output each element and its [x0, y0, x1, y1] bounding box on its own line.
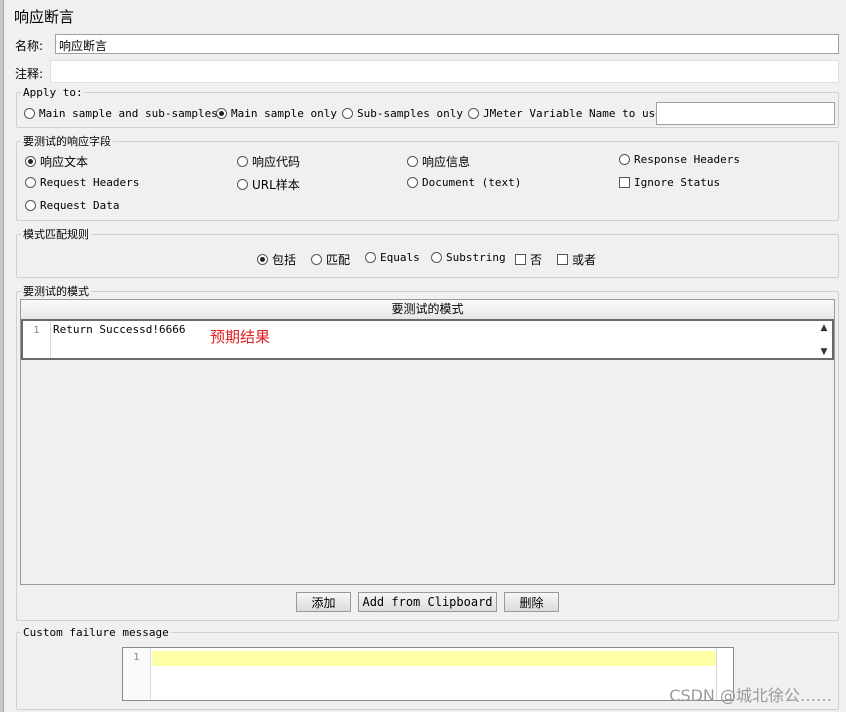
radio-selected-icon [25, 156, 36, 167]
field-document-text-radio[interactable]: Document (text) [407, 176, 521, 189]
match-not-checkbox[interactable]: 否 [515, 251, 542, 268]
custom-failure-legend: Custom failure message [23, 626, 169, 639]
radio-icon [365, 252, 376, 263]
radio-selected-icon [257, 254, 268, 265]
name-field[interactable]: 响应断言 [55, 34, 839, 54]
radio-icon [237, 179, 248, 190]
window-frame-edge [0, 0, 4, 712]
match-equals-radio[interactable]: Equals [365, 251, 420, 264]
apply-jmeter-variable-radio[interactable]: JMeter Variable Name to use [468, 107, 662, 120]
radio-icon [24, 108, 35, 119]
apply-option-label: Main sample and sub-samples [39, 107, 218, 120]
row-scrollbar[interactable]: ▲ ▼ [818, 323, 830, 357]
delete-button[interactable]: 删除 [504, 592, 559, 612]
comment-field[interactable] [50, 60, 839, 83]
field-option-label: 响应文本 [40, 155, 89, 169]
apply-main-and-sub-radio[interactable]: Main sample and sub-samples [24, 107, 218, 120]
field-response-message-radio[interactable]: 响应信息 [407, 153, 470, 170]
radio-icon [25, 200, 36, 211]
panel-title: 响应断言 [14, 8, 75, 26]
radio-icon [431, 252, 442, 263]
match-option-label: 匹配 [326, 253, 351, 267]
match-contains-radio[interactable]: 包括 [257, 251, 296, 268]
apply-sub-only-radio[interactable]: Sub-samples only [342, 107, 463, 120]
radio-icon [237, 156, 248, 167]
table-row[interactable]: 1 Return Successd!6666 ▲ ▼ [21, 319, 834, 360]
name-field-value: 响应断言 [59, 39, 108, 53]
add-from-clipboard-button[interactable]: Add from Clipboard [358, 592, 497, 612]
patterns-legend: 要测试的模式 [23, 285, 89, 298]
patterns-table: 要测试的模式 1 Return Successd!6666 ▲ ▼ [20, 299, 835, 585]
match-option-label: Equals [380, 251, 420, 264]
match-option-label: 或者 [572, 253, 597, 267]
radio-icon [311, 254, 322, 265]
line-number: 1 [123, 648, 151, 700]
field-url-sample-radio[interactable]: URL样本 [237, 176, 300, 193]
field-request-data-radio[interactable]: Request Data [25, 199, 119, 212]
ignore-status-checkbox[interactable]: Ignore Status [619, 176, 720, 189]
radio-icon [407, 156, 418, 167]
field-option-label: Document (text) [422, 176, 522, 189]
field-to-test-legend: 要测试的响应字段 [23, 135, 111, 148]
field-response-code-radio[interactable]: 响应代码 [237, 153, 300, 170]
apply-to-legend: Apply to: [23, 86, 83, 99]
chevron-up-icon[interactable]: ▲ [821, 323, 828, 333]
radio-icon [619, 154, 630, 165]
jmeter-variable-name-input[interactable] [656, 102, 835, 125]
custom-failure-editor[interactable]: 1 [122, 647, 734, 701]
field-option-label: 响应代码 [252, 155, 301, 169]
radio-icon [468, 108, 479, 119]
apply-option-label: JMeter Variable Name to use [483, 107, 662, 120]
field-response-headers-radio[interactable]: Response Headers [619, 153, 740, 166]
line-number: 1 [23, 321, 51, 358]
pattern-matching-group: 模式匹配规则 [16, 226, 839, 278]
add-button[interactable]: 添加 [296, 592, 351, 612]
match-option-label: 否 [530, 253, 543, 267]
match-option-label: 包括 [272, 253, 297, 267]
current-line-highlight [152, 651, 717, 666]
radio-icon [25, 177, 36, 188]
checkbox-icon [619, 177, 630, 188]
comment-label: 注释: [15, 67, 44, 81]
name-label: 名称: [15, 39, 44, 53]
field-option-label: Request Headers [40, 176, 140, 189]
match-matches-radio[interactable]: 匹配 [311, 251, 350, 268]
field-option-label: Request Data [40, 199, 120, 212]
expected-result-annotation: 预期结果 [210, 328, 271, 346]
field-option-label: URL样本 [252, 178, 300, 192]
radio-icon [342, 108, 353, 119]
checkbox-icon [515, 254, 526, 265]
pattern-matching-legend: 模式匹配规则 [23, 228, 89, 241]
field-response-text-radio[interactable]: 响应文本 [25, 153, 88, 170]
patterns-column-header[interactable]: 要测试的模式 [21, 300, 834, 320]
pattern-value[interactable]: Return Successd!6666 [53, 323, 185, 336]
radio-selected-icon [216, 108, 227, 119]
match-substring-radio[interactable]: Substring [431, 251, 506, 264]
radio-icon [407, 177, 418, 188]
chevron-down-icon[interactable]: ▼ [821, 347, 828, 357]
match-or-checkbox[interactable]: 或者 [557, 251, 596, 268]
field-option-label: Ignore Status [634, 176, 721, 189]
field-option-label: Response Headers [634, 153, 740, 166]
match-option-label: Substring [446, 251, 506, 264]
field-option-label: 响应信息 [422, 155, 471, 169]
field-request-headers-radio[interactable]: Request Headers [25, 176, 139, 189]
apply-main-only-radio[interactable]: Main sample only [216, 107, 337, 120]
checkbox-icon [557, 254, 568, 265]
apply-option-label: Main sample only [231, 107, 337, 120]
watermark: CSDN @城北徐公…… [669, 686, 832, 705]
apply-option-label: Sub-samples only [357, 107, 463, 120]
